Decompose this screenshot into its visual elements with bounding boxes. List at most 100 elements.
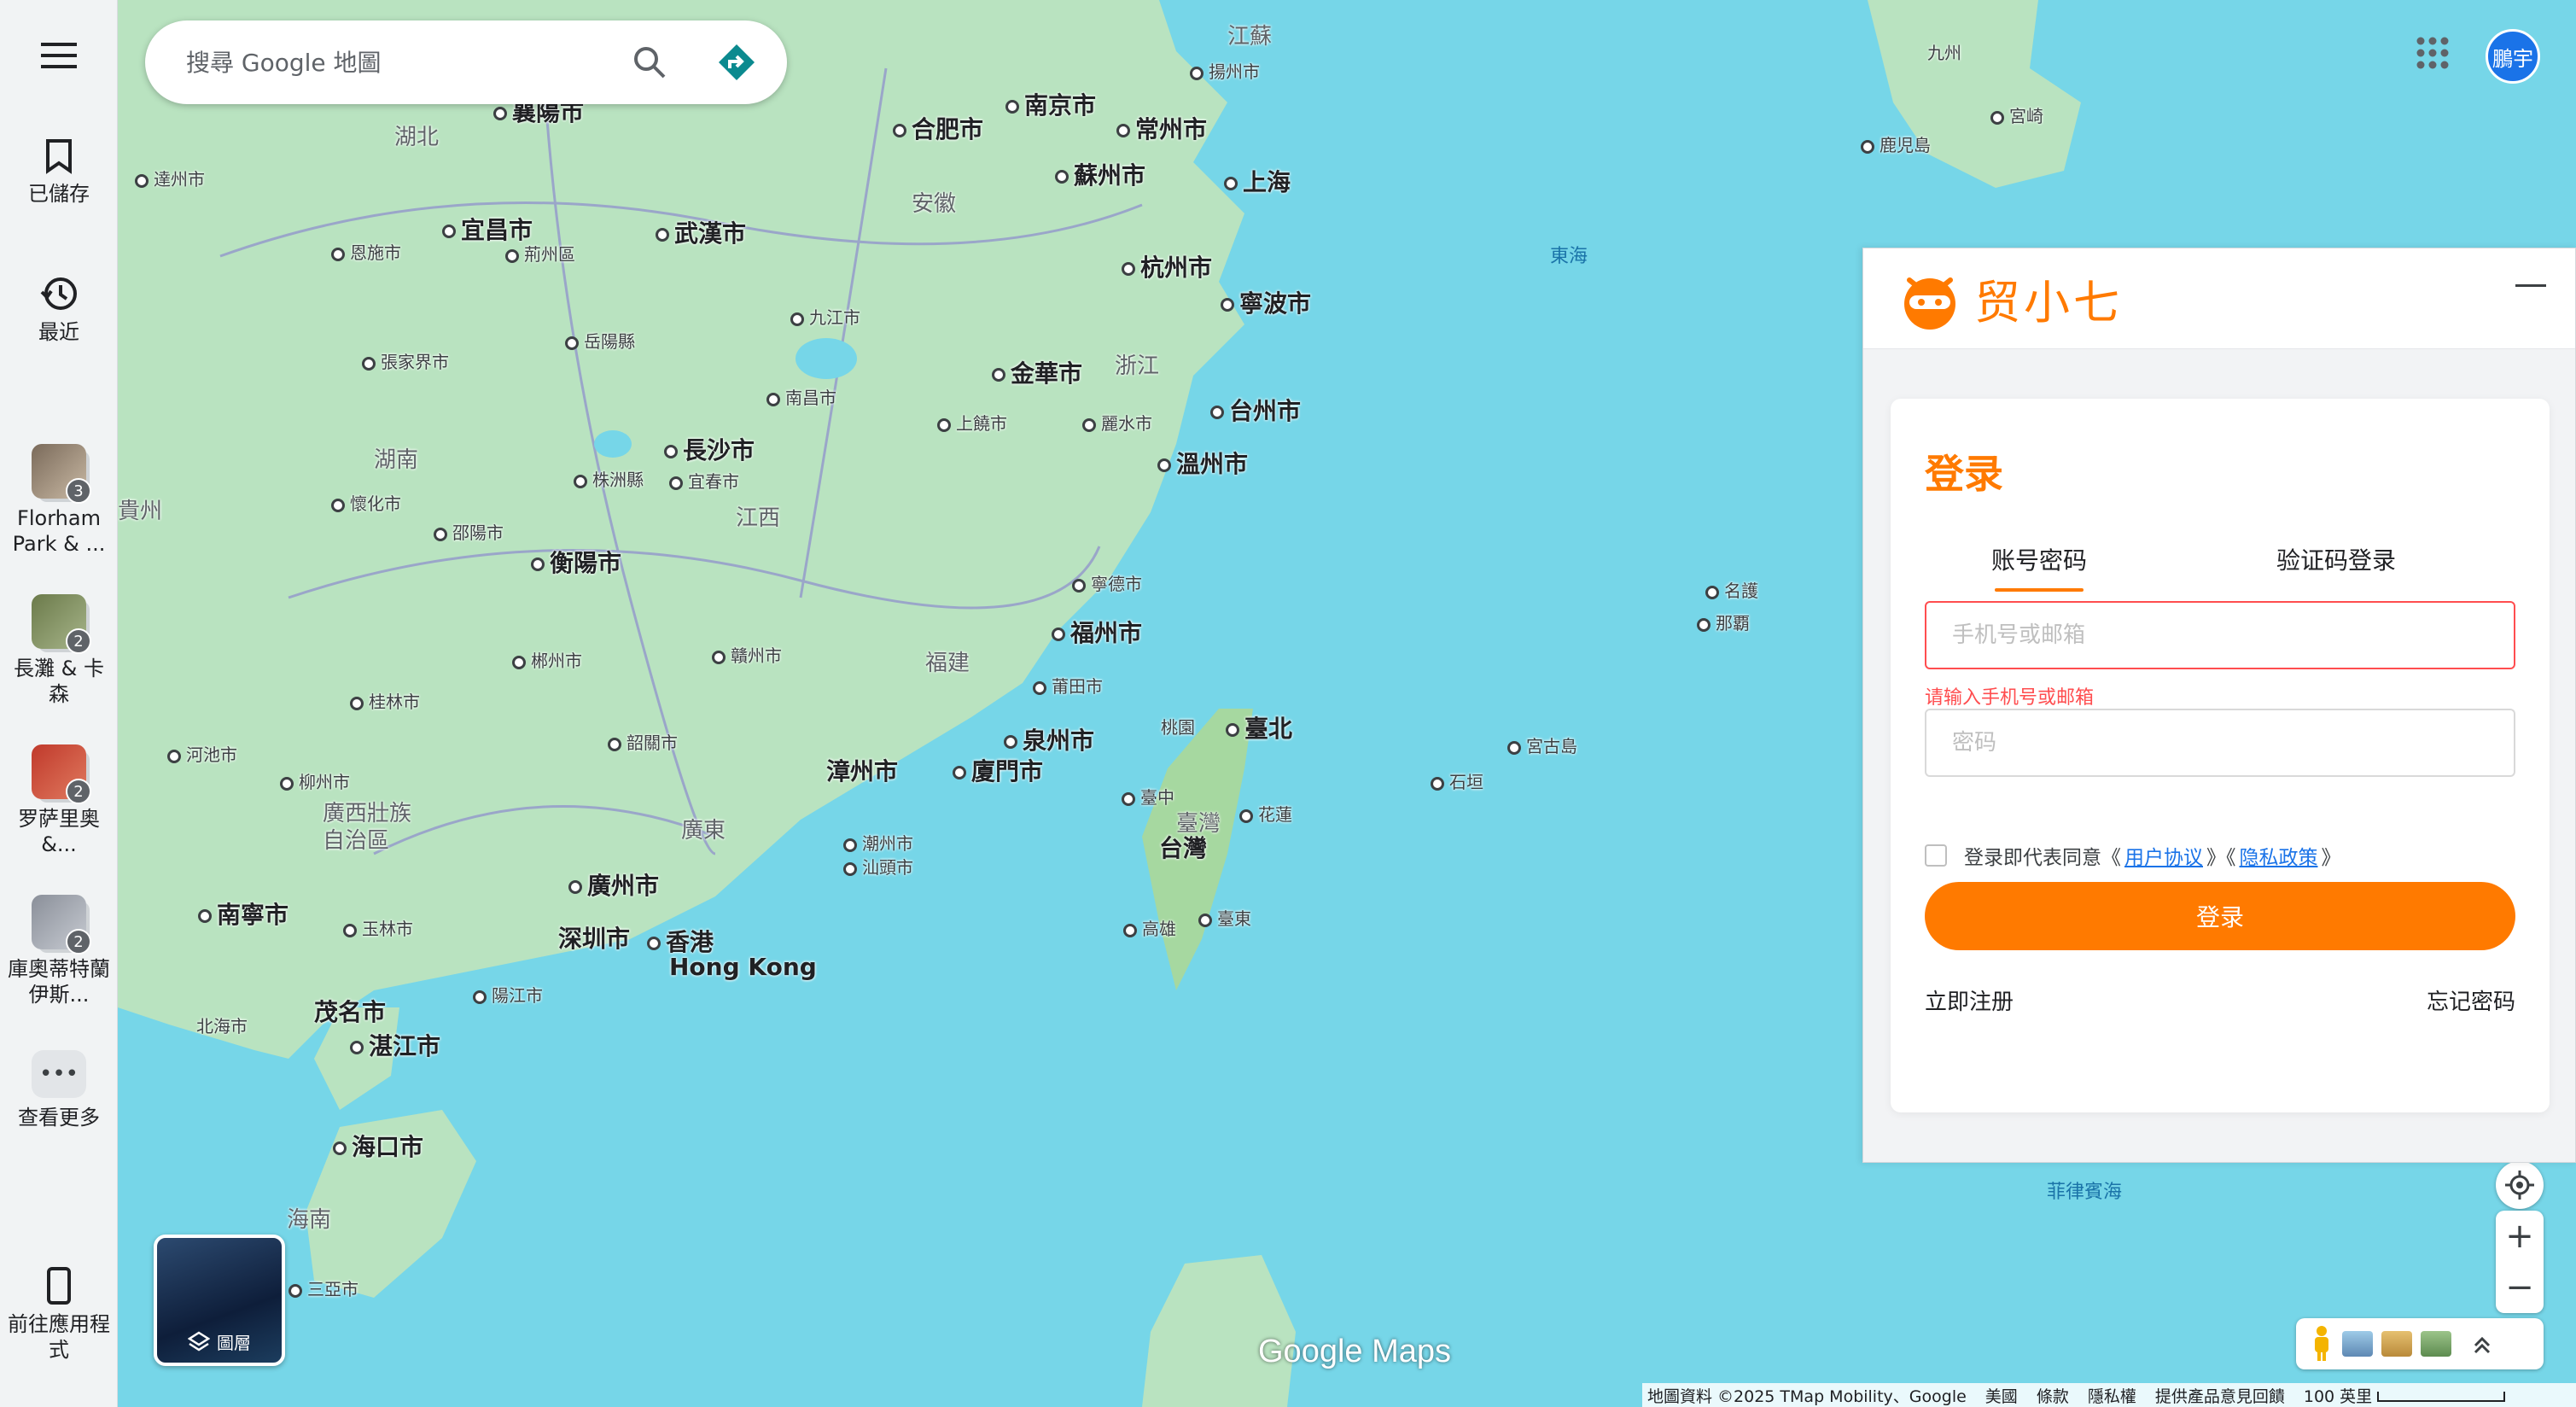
layers-button[interactable]: 圖層 [154, 1235, 285, 1366]
map-place-label[interactable]: 安徽 [912, 186, 956, 218]
map-place-label[interactable]: 北海市 [196, 1013, 248, 1037]
map-place-label[interactable]: 高雄 [1123, 915, 1176, 940]
map-place-label[interactable]: 莆田市 [1033, 673, 1103, 698]
feedback-link[interactable]: 提供產品意見回饋 [2155, 1384, 2285, 1407]
map-place-label[interactable]: 九江市 [790, 304, 860, 329]
map-place-label[interactable]: 荊州區 [505, 241, 575, 266]
agreement-checkbox[interactable] [1925, 844, 1947, 867]
map-place-label[interactable]: 南昌市 [766, 384, 836, 409]
avatar[interactable]: 鵬宇 [2486, 29, 2540, 84]
map-place-label[interactable]: 宜春市 [669, 468, 739, 493]
map-place-label[interactable]: 麗水市 [1082, 410, 1152, 435]
map-place-label[interactable]: 達州市 [135, 166, 205, 190]
map-place-label[interactable]: 南京市 [1005, 87, 1096, 121]
search-input[interactable] [186, 48, 613, 77]
forgot-password-link[interactable]: 忘记密码 [2427, 984, 2515, 1016]
recent-item[interactable]: 2 罗萨里奥 &... [0, 744, 118, 857]
terms-link[interactable]: 條款 [2037, 1384, 2069, 1407]
map-place-label[interactable]: 蘇州市 [1055, 157, 1145, 191]
map-place-label[interactable]: 花蓮 [1239, 801, 1292, 826]
map-place-label[interactable]: 郴州市 [512, 647, 582, 672]
map-place-label[interactable]: 三亞市 [288, 1276, 358, 1300]
map-place-label[interactable]: 柳州市 [280, 768, 350, 793]
map-place-label[interactable]: 江蘇 [1227, 19, 1272, 50]
terrain-thumbnail[interactable] [2342, 1331, 2373, 1357]
recent-item[interactable]: 2 庫奧蒂特蘭伊斯... [0, 895, 118, 1007]
map-place-label[interactable]: 懷化市 [331, 490, 401, 515]
map-place-label[interactable]: 邵陽市 [434, 519, 504, 544]
map-place-label[interactable]: 泉州市 [1004, 722, 1094, 756]
minimize-button[interactable] [2515, 284, 2546, 287]
register-link[interactable]: 立即注册 [1925, 984, 2014, 1016]
map-place-label[interactable]: 常州市 [1116, 111, 1207, 145]
map-place-label[interactable]: 武漢市 [656, 215, 746, 249]
login-submit-button[interactable]: 登录 [1925, 882, 2515, 950]
pegman-icon[interactable] [2310, 1325, 2334, 1363]
saved-button[interactable]: 已儲存 [0, 138, 118, 207]
map-place-label[interactable]: 臺中 [1122, 784, 1174, 809]
map-place-label[interactable]: 恩施市 [331, 239, 401, 264]
map-place-label[interactable]: 廣州市 [568, 867, 659, 902]
map-place-label[interactable]: 衡陽市 [531, 545, 621, 579]
open-app-button[interactable]: 前往應用程式 [0, 1267, 118, 1363]
search-button[interactable] [632, 44, 667, 84]
map-place-label[interactable]: 桃園 [1161, 714, 1195, 739]
my-location-button[interactable] [2496, 1161, 2544, 1209]
map-place-label[interactable]: 張家界市 [362, 348, 449, 373]
map-place-label[interactable]: 石垣 [1431, 768, 1483, 793]
map-place-label[interactable]: 金華市 [992, 355, 1082, 389]
map-place-label[interactable]: 福建 [925, 645, 970, 677]
tab-code-login[interactable]: 验证码登录 [2276, 542, 2396, 576]
map-place-label[interactable]: 名護 [1705, 577, 1758, 602]
map-place-label[interactable]: 玉林市 [343, 915, 413, 940]
map-place-label[interactable]: 寧波市 [1221, 285, 1311, 319]
map-place-label[interactable]: 揚州市 [1190, 58, 1260, 83]
map-place-label[interactable]: 海口市 [333, 1129, 423, 1163]
map-place-label[interactable]: 鹿児島 [1861, 131, 1931, 156]
map-place-label[interactable]: 自治區 [323, 823, 389, 855]
directions-button[interactable] [717, 43, 756, 85]
map-place-label[interactable]: 江西 [736, 500, 780, 532]
map-place-label[interactable]: 廈門市 [953, 753, 1043, 787]
map-place-label[interactable]: 溫州市 [1157, 446, 1248, 480]
map-place-label[interactable]: 上海 [1224, 164, 1291, 198]
map-place-label[interactable]: 宮崎 [1990, 102, 2043, 127]
privacy-link[interactable]: 隱私權 [2088, 1384, 2136, 1407]
user-agreement-link[interactable]: 用户协议 [2124, 841, 2203, 870]
zoom-out-button[interactable]: − [2496, 1262, 2544, 1313]
chevron-up-icon[interactable] [2472, 1334, 2492, 1354]
map-place-label[interactable]: 東海 [1550, 241, 1588, 268]
map-place-label[interactable]: 韶關市 [608, 729, 678, 754]
map-place-label[interactable]: Hong Kong [669, 953, 817, 981]
recent-button[interactable]: 最近 [0, 275, 118, 345]
scale-indicator[interactable]: 100 英里 [2304, 1384, 2506, 1407]
map-place-label[interactable]: 贛州市 [712, 642, 782, 667]
map-place-label[interactable]: 菲律賓海 [2047, 1176, 2122, 1204]
map-place-label[interactable]: 杭州市 [1122, 249, 1212, 283]
zoom-in-button[interactable]: + [2496, 1211, 2544, 1262]
map-place-label[interactable]: 台灣 [1159, 830, 1207, 864]
map-place-label[interactable]: 寧德市 [1072, 570, 1142, 595]
map-place-label[interactable]: 福州市 [1052, 615, 1142, 649]
map-place-label[interactable]: 陽江市 [473, 982, 543, 1007]
menu-button[interactable] [0, 43, 118, 68]
map-place-label[interactable]: 汕頭市 [843, 854, 913, 879]
map-place-label[interactable]: 潮州市 [843, 830, 913, 855]
traffic-thumbnail[interactable] [2381, 1331, 2412, 1357]
map-place-label[interactable]: 合肥市 [893, 111, 983, 145]
map-place-label[interactable]: 湖北 [394, 120, 439, 151]
map-place-label[interactable]: 臺東 [1198, 905, 1251, 930]
map-place-label[interactable]: 長沙市 [664, 432, 755, 466]
map-place-label[interactable]: 岳陽縣 [565, 328, 635, 353]
satellite-thumbnail[interactable] [2421, 1331, 2451, 1357]
map-place-label[interactable]: 那覇 [1697, 610, 1750, 634]
tab-password-login[interactable]: 账号密码 [1991, 542, 2087, 592]
map-place-label[interactable]: 台州市 [1210, 393, 1301, 427]
recent-item[interactable]: 2 長灘 & 卡森 [0, 594, 118, 707]
password-field[interactable] [1925, 709, 2515, 777]
recent-item[interactable]: 3 Florham Park & ... [0, 444, 118, 557]
map-place-label[interactable]: 宮古島 [1507, 733, 1577, 757]
map-place-label[interactable]: 貴州 [118, 493, 162, 525]
map-place-label[interactable]: 九州 [1927, 39, 1961, 64]
account-field[interactable] [1925, 601, 2515, 669]
